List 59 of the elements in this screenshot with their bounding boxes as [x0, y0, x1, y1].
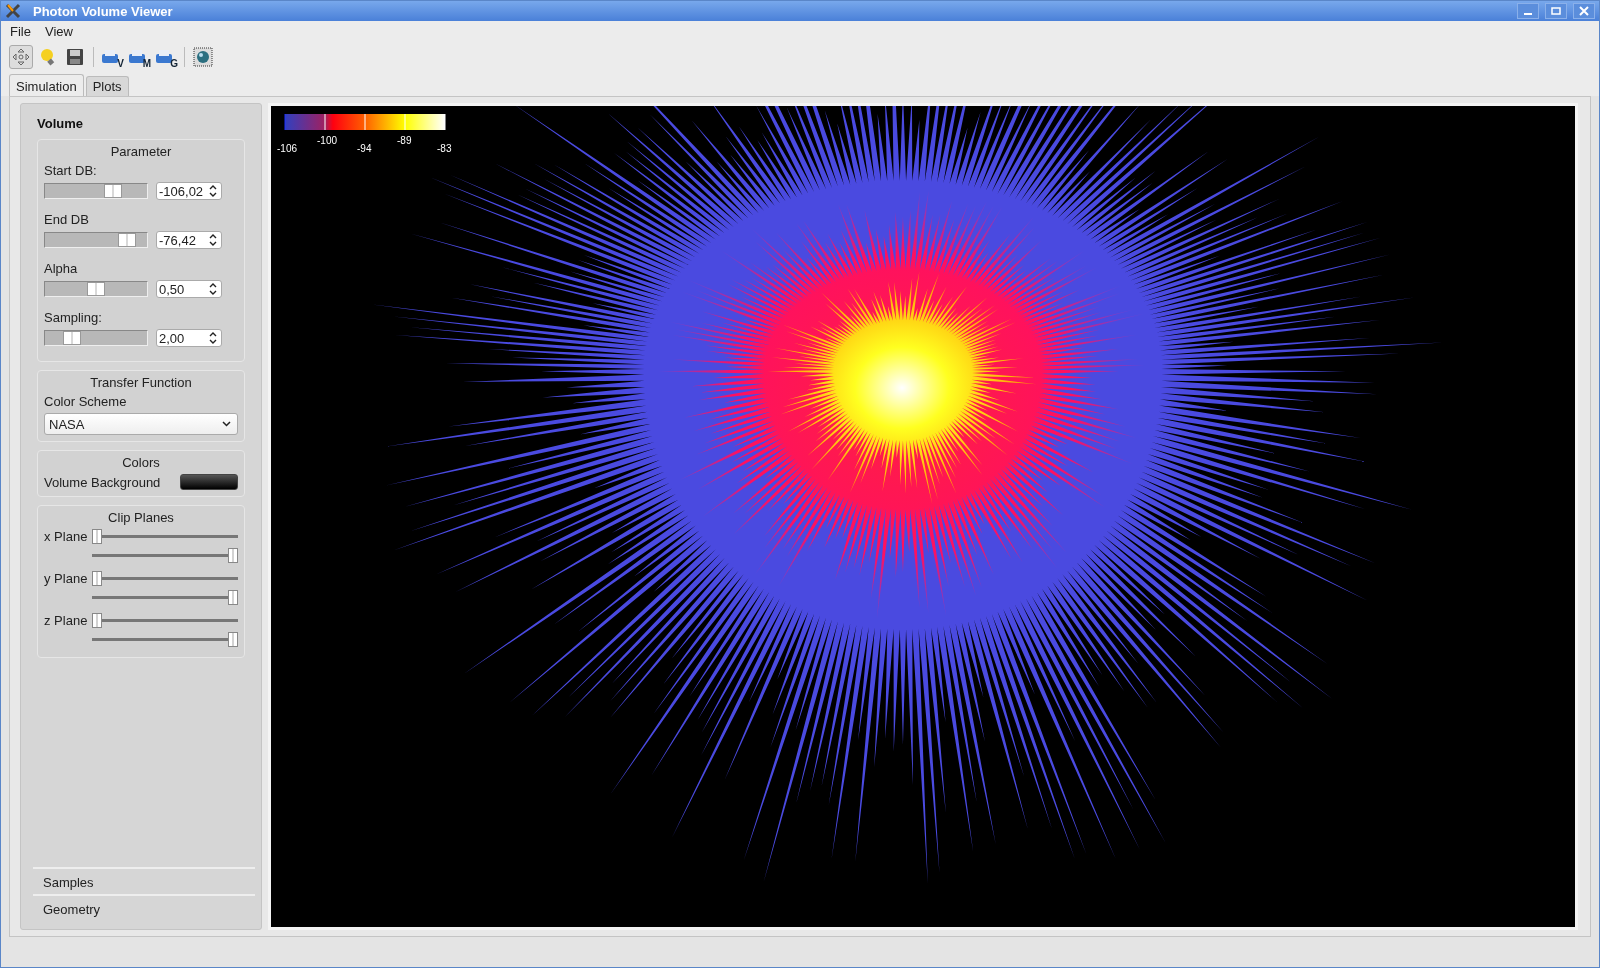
- window-title: Photon Volume Viewer: [33, 3, 173, 19]
- color-scheme-dropdown[interactable]: NASA: [44, 413, 238, 435]
- field-label: y Plane: [44, 571, 89, 586]
- toolbox-page-header[interactable]: Geometry: [33, 894, 255, 921]
- field-label: z Plane: [44, 613, 89, 628]
- toolbox-page-header[interactable]: Samples: [33, 867, 255, 894]
- slider-track[interactable]: [44, 183, 148, 199]
- slider-handle[interactable]: [118, 233, 137, 247]
- spin-box[interactable]: -106,02: [156, 182, 222, 200]
- group-title: Colors: [122, 455, 160, 470]
- toolbox-page-header[interactable]: Volume: [27, 112, 93, 139]
- minimize-icon: [1523, 13, 1533, 15]
- slider-handle[interactable]: [228, 632, 238, 647]
- field-label: End DB: [44, 212, 89, 227]
- scale-label: -83: [437, 143, 452, 154]
- field-label: Alpha: [44, 261, 78, 276]
- tab[interactable]: Simulation: [9, 74, 84, 96]
- printer-button[interactable]: M: [127, 45, 151, 69]
- group-title: Clip Planes: [108, 510, 174, 525]
- scale-label: -106: [277, 143, 297, 154]
- menu-item[interactable]: File: [5, 24, 36, 39]
- field-label: Sampling:: [44, 310, 102, 325]
- spin-box[interactable]: 2,00: [156, 329, 222, 347]
- color-swatch-button[interactable]: [180, 474, 238, 490]
- field-label: Color Scheme: [44, 394, 127, 409]
- slider-track[interactable]: [44, 330, 148, 346]
- app-icon: [5, 3, 21, 19]
- spin-box[interactable]: -76,42: [156, 231, 222, 249]
- minimize-button[interactable]: [1517, 3, 1539, 19]
- field-label: Start DB:: [44, 163, 97, 178]
- group-title: Transfer Function: [90, 375, 192, 390]
- slider-handle[interactable]: [103, 184, 122, 198]
- maximize-button[interactable]: [1545, 3, 1567, 19]
- maximize-icon: [1551, 6, 1561, 16]
- slider-handle[interactable]: [228, 590, 238, 605]
- scale-label: -89: [397, 135, 412, 146]
- group-title: Parameter: [110, 144, 172, 159]
- printer-button[interactable]: V: [100, 45, 124, 69]
- slider-track[interactable]: [44, 281, 148, 297]
- spin-box[interactable]: 0,50: [156, 280, 222, 298]
- chevron-down-icon: [222, 421, 231, 427]
- close-icon: [1579, 6, 1589, 16]
- sphere-button[interactable]: [191, 45, 215, 69]
- slider-handle[interactable]: [92, 529, 102, 544]
- slider-handle[interactable]: [92, 571, 102, 586]
- field-label: Volume Background: [44, 474, 161, 490]
- menu-item[interactable]: View: [39, 24, 78, 39]
- printer-button[interactable]: G: [154, 45, 178, 69]
- field-label: x Plane: [44, 529, 89, 544]
- tab[interactable]: Plots: [85, 76, 129, 96]
- slider-handle[interactable]: [92, 613, 102, 628]
- scale-label: -94: [357, 143, 372, 154]
- slider-handle[interactable]: [63, 331, 82, 345]
- slider-handle[interactable]: [87, 282, 105, 296]
- slider-handle[interactable]: [228, 548, 238, 563]
- slider-track[interactable]: [44, 232, 148, 248]
- move-tool-button[interactable]: [9, 45, 33, 69]
- scale-label: -100: [317, 135, 337, 146]
- close-button[interactable]: [1573, 3, 1595, 19]
